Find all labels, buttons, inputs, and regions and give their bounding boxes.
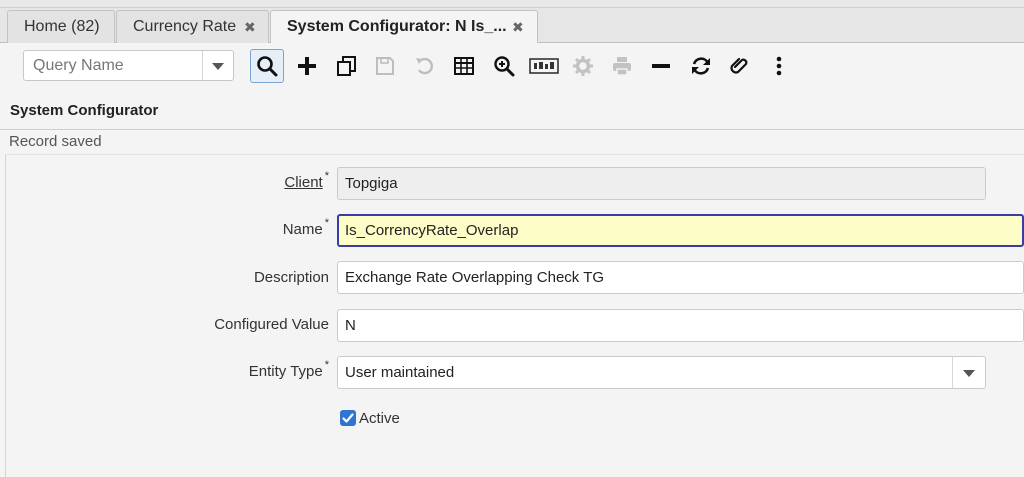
required-marker: *: [324, 359, 329, 371]
refresh-button[interactable]: [684, 49, 718, 83]
client-label-text: Client: [284, 174, 323, 191]
zoom-icon: [494, 56, 515, 77]
tab-currency-rate[interactable]: Currency Rate ✖: [116, 10, 269, 43]
description-label: Description: [254, 269, 329, 286]
name-label-text: Name: [282, 221, 323, 238]
section-header: System Configurator: [0, 88, 1024, 130]
tab-bar: Home (82) Currency Rate ✖ System Configu…: [0, 8, 1024, 45]
search-button[interactable]: [250, 49, 284, 83]
entity-type-value: User maintained: [345, 364, 455, 381]
undo-icon: [416, 57, 433, 75]
print-button[interactable]: [605, 49, 639, 83]
report-button[interactable]: [527, 49, 561, 83]
configured-value-field[interactable]: N: [337, 309, 1024, 342]
toolbar: [0, 43, 1024, 88]
active-label[interactable]: Active: [359, 410, 400, 427]
process-button[interactable]: [566, 49, 600, 83]
tab-system-configurator-label: System Configurator: N Is_...: [287, 18, 507, 35]
required-marker: *: [324, 170, 329, 182]
attachment-button[interactable]: [723, 49, 757, 83]
client-label[interactable]: Client *: [284, 170, 329, 191]
save-button[interactable]: [368, 49, 402, 83]
description-label-text: Description: [253, 269, 329, 286]
tab-home-label: Home (82): [24, 18, 100, 35]
required-marker: *: [324, 217, 329, 229]
query-dropdown-button[interactable]: [202, 51, 233, 80]
more-button[interactable]: [762, 49, 796, 83]
entity-type-dropdown-button[interactable]: [952, 357, 985, 388]
tab-home[interactable]: Home (82): [7, 10, 115, 43]
zoom-button[interactable]: [487, 49, 521, 83]
tab-system-configurator[interactable]: System Configurator: N Is_... ✖: [270, 10, 538, 45]
copy-icon: [337, 56, 356, 76]
name-label: Name *: [282, 217, 329, 238]
name-field[interactable]: Is_CorrencyRate_Overlap: [337, 214, 1024, 247]
chevron-down-icon: [212, 63, 224, 70]
tab-currency-rate-label: Currency Rate: [133, 18, 237, 35]
description-field[interactable]: Exchange Rate Overlapping Check TG: [337, 261, 1024, 294]
status-message: Record saved: [9, 133, 102, 150]
query-name-input[interactable]: [24, 51, 199, 80]
configured-value-label-text: Configured Value: [214, 316, 329, 333]
grid-toggle-button[interactable]: [447, 49, 481, 83]
query-name-combobox[interactable]: [23, 50, 234, 81]
checkmark-icon: [342, 413, 354, 423]
close-icon[interactable]: ✖: [244, 11, 256, 43]
grid-toggle-icon: [454, 57, 474, 75]
section-title: System Configurator: [10, 102, 159, 119]
search-icon: [257, 56, 278, 77]
save-icon: [376, 57, 394, 75]
attachment-icon: [730, 57, 748, 74]
more-icon: [776, 56, 782, 76]
print-icon: [613, 57, 631, 76]
client-field[interactable]: Topgiga: [337, 167, 986, 200]
window-top-strip: [0, 0, 1024, 8]
copy-record-button[interactable]: [330, 49, 364, 83]
undo-button[interactable]: [408, 49, 442, 83]
configured-value-label: Configured Value: [214, 316, 329, 333]
report-icon: [529, 58, 559, 74]
new-record-icon: [298, 57, 316, 75]
entity-type-label-text: Entity Type: [248, 363, 323, 380]
chevron-down-icon: [963, 370, 975, 377]
delete-icon: [652, 64, 670, 68]
delete-button[interactable]: [644, 49, 678, 83]
entity-type-select[interactable]: User maintained: [337, 356, 986, 389]
refresh-icon: [692, 57, 710, 75]
entity-type-label: Entity Type *: [248, 359, 329, 380]
active-checkbox[interactable]: [340, 410, 356, 426]
close-icon[interactable]: ✖: [512, 11, 524, 43]
process-gear-icon: [573, 56, 593, 76]
new-record-button[interactable]: [290, 49, 324, 83]
